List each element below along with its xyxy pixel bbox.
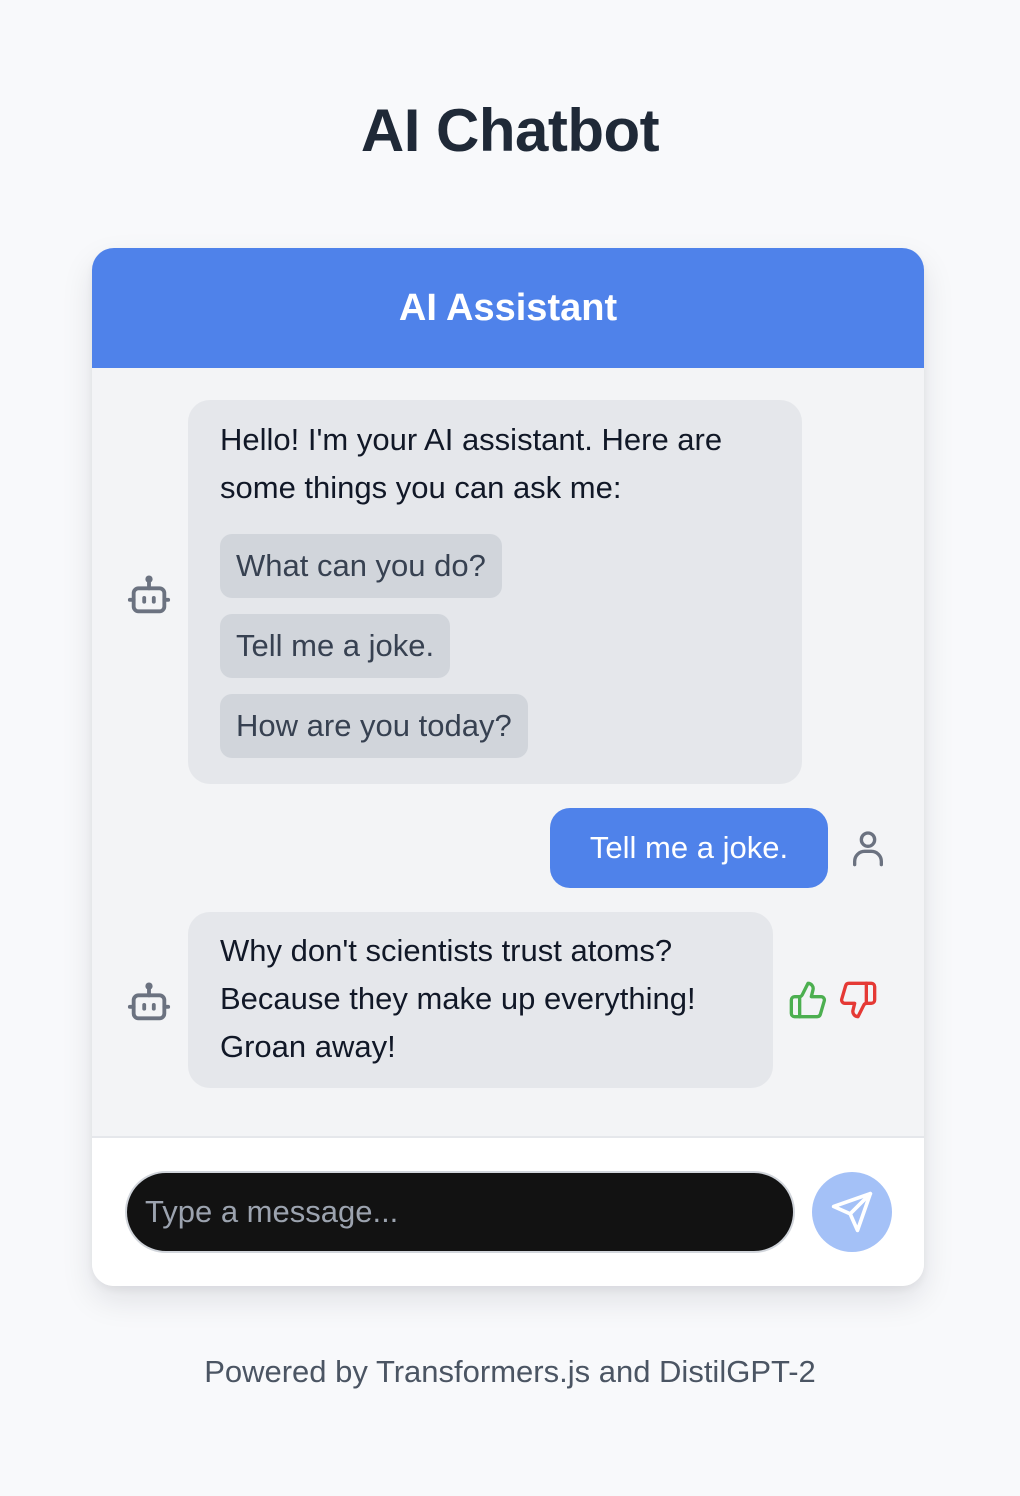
send-icon xyxy=(830,1190,874,1234)
thumbs-down-icon[interactable] xyxy=(838,980,878,1020)
user-avatar-icon xyxy=(848,825,888,871)
suggestion-how-are-you[interactable]: How are you today? xyxy=(220,694,528,758)
bot-avatar-icon xyxy=(126,573,172,619)
page-title: AI Chatbot xyxy=(360,97,660,164)
suggestion-list: What can you do? Tell me a joke. How are… xyxy=(220,512,770,758)
feedback-buttons xyxy=(788,980,878,1020)
suggestion-tell-joke[interactable]: Tell me a joke. xyxy=(220,614,451,678)
message-list[interactable]: Hello! I'm your AI assistant. Here are s… xyxy=(92,368,924,1138)
chat-header-title: AI Assistant xyxy=(398,286,618,329)
composer xyxy=(92,1138,924,1286)
chat-header: AI Assistant xyxy=(92,248,924,368)
page: AI Chatbot AI Assistant Hello! I'm your … xyxy=(0,0,1020,1496)
user-message: Tell me a joke. xyxy=(550,808,828,888)
bot-message-text: Hello! I'm your AI assistant. Here are s… xyxy=(220,422,723,505)
footer-text: Powered by Transformers.js and DistilGPT… xyxy=(204,1354,816,1389)
thumbs-up-icon[interactable] xyxy=(788,980,828,1020)
user-message-text: Tell me a joke. xyxy=(589,830,789,865)
bot-message: Hello! I'm your AI assistant. Here are s… xyxy=(188,400,802,784)
chat-window: AI Assistant Hello! I'm your AI assistan… xyxy=(92,248,924,1286)
send-button[interactable] xyxy=(812,1172,892,1252)
bot-message: Why don't scientists trust atoms? Becaus… xyxy=(188,912,773,1088)
message-input[interactable] xyxy=(125,1171,795,1253)
bot-message-text: Why don't scientists trust atoms? Becaus… xyxy=(220,933,696,1064)
bot-avatar-icon xyxy=(126,980,172,1026)
suggestion-what-can-you-do[interactable]: What can you do? xyxy=(220,534,502,598)
